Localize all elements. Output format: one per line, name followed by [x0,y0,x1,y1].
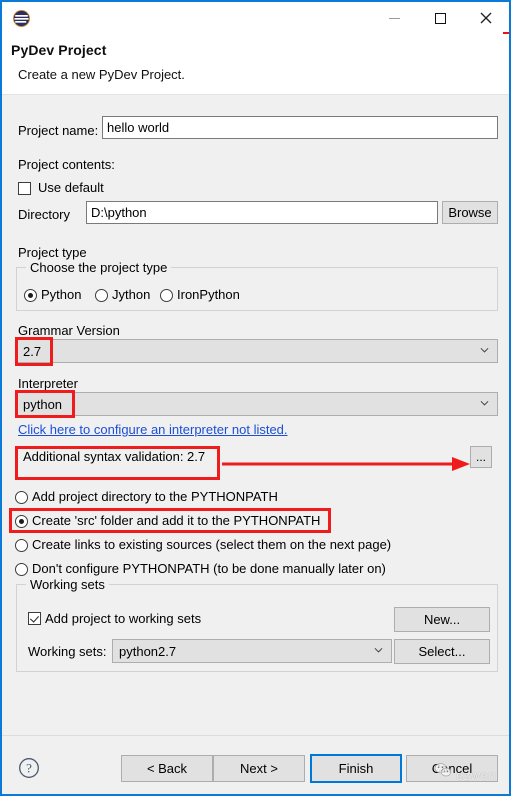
working-sets-value: python2.7 [119,643,177,659]
window-controls [371,2,509,34]
project-name-label: Project name: [18,123,99,138]
radio-jython-label: Jython [112,287,151,302]
maximize-icon [434,12,446,24]
interpreter-value: python [23,396,63,412]
back-button[interactable]: < Back [121,755,213,782]
radio-ironpython[interactable] [160,289,173,302]
use-default-label: Use default [38,180,104,195]
directory-input[interactable] [86,201,438,224]
eclipse-icon [12,9,31,28]
radio-python-label: Python [41,287,82,302]
radio-create-src-folder[interactable] [15,515,28,528]
working-sets-select-label: Working sets: [28,644,107,659]
radio-create-links[interactable] [15,539,28,552]
help-icon[interactable]: ? [18,757,40,779]
grammar-version-value: 2.7 [23,343,42,359]
pydev-project-dialog: PyDev Project Create a new PyDev Project… [0,0,511,796]
dialog-body: Project name: Project contents: Use defa… [2,95,509,735]
minimize-icon [388,17,400,19]
chevron-down-icon [480,400,489,406]
radio-dont-configure[interactable] [15,563,28,576]
interpreter-combo[interactable]: python [16,392,498,416]
new-working-set-button[interactable]: New... [394,607,490,632]
radio-create-links-label: Create links to existing sources (select… [32,537,392,552]
syntax-validation-label: Additional syntax validation: 2.7 [23,449,206,464]
project-type-group-title: Choose the project type [26,260,172,275]
chevron-down-icon [480,347,489,353]
grammar-version-combo[interactable]: 2.7 [16,339,498,363]
add-to-working-sets-label: Add project to working sets [45,611,202,626]
next-button[interactable]: Next > [213,755,305,782]
project-type-label: Project type [18,245,87,260]
maximize-button[interactable] [417,2,463,34]
chevron-down-icon [374,647,383,653]
radio-create-src-folder-label: Create 'src' folder and add it to the PY… [32,513,321,528]
project-contents-label: Project contents: [18,157,115,172]
add-to-working-sets-checkbox[interactable] [28,612,41,625]
radio-python[interactable] [24,289,37,302]
radio-ironpython-label: IronPython [177,287,240,302]
dialog-header: PyDev Project Create a new PyDev Project… [2,34,509,95]
title-bar [2,2,509,34]
working-sets-combo[interactable]: python2.7 [112,639,392,663]
syntax-validation-more-button[interactable]: ... [470,446,492,468]
radio-dont-configure-label: Don't configure PYTHONPATH (to be done m… [32,561,386,576]
finish-button[interactable]: Finish [310,754,402,783]
directory-label: Directory [18,207,71,222]
interpreter-label: Interpreter [18,376,78,391]
grammar-version-label: Grammar Version [18,323,120,338]
browse-button[interactable]: Browse [442,201,498,224]
page-subtitle: Create a new PyDev Project. [18,67,185,82]
working-sets-group-title: Working sets [26,577,109,592]
radio-add-project-dir-label: Add project directory to the PYTHONPATH [32,489,278,504]
radio-jython[interactable] [95,289,108,302]
select-working-set-button[interactable]: Select... [394,639,490,664]
svg-text:?: ? [26,761,32,776]
radio-add-project-dir[interactable] [15,491,28,504]
cancel-button[interactable]: Cancel [406,755,498,782]
minimize-button[interactable] [371,2,417,34]
project-name-input[interactable] [102,116,498,139]
close-button[interactable] [463,2,509,34]
configure-interpreter-link[interactable]: Click here to configure an interpreter n… [18,422,288,437]
use-default-checkbox[interactable] [18,182,31,195]
close-icon [480,12,492,24]
page-title: PyDev Project [11,42,107,58]
